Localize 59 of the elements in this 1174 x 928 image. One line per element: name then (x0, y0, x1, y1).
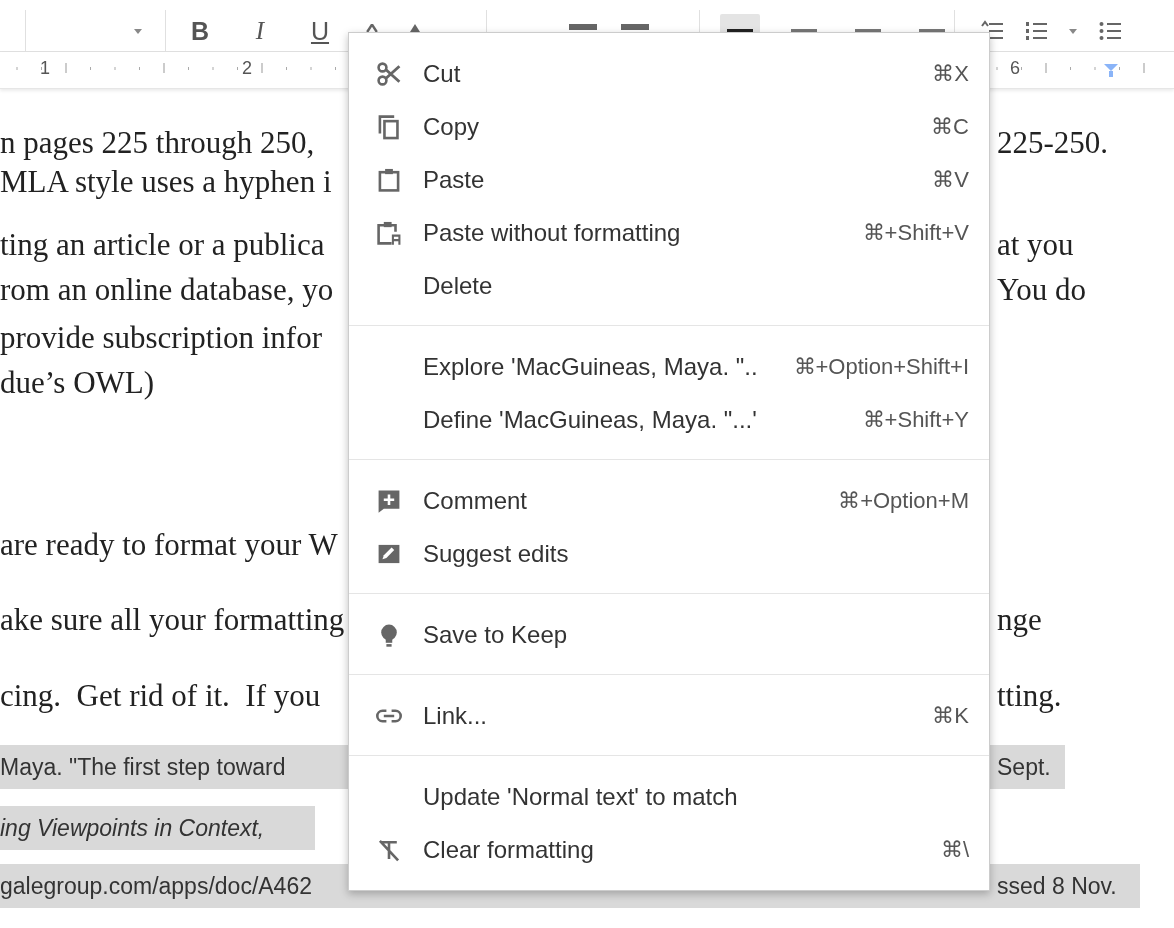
document-text: rom an online database, yo (0, 272, 334, 308)
document-text: n pages 225 through 250, (0, 125, 315, 161)
document-text: ting an article or a publica (0, 227, 325, 263)
document-text: galegroup.com/apps/doc/A462 (0, 872, 312, 900)
shortcut-text: ⌘+Option+M (838, 487, 969, 514)
shortcut-text: ⌘+Option+Shift+I (793, 353, 969, 380)
menu-item[interactable]: Paste ⌘V (349, 153, 989, 206)
menu-item[interactable]: Copy ⌘C (349, 100, 989, 153)
bold-button[interactable]: B (186, 15, 214, 47)
document-text: You do (997, 272, 1087, 308)
menu-item[interactable]: Suggest edits (349, 527, 989, 580)
numbered-list-icon (1025, 20, 1047, 42)
shortcut-text: ⌘C (931, 113, 969, 140)
italic-button[interactable]: I (246, 15, 274, 47)
document-text: tting. (997, 678, 1062, 714)
shortcut-text: ⌘+Shift+V (862, 219, 969, 246)
shortcut-text: ⌘K (932, 702, 969, 729)
caret-icon (134, 28, 142, 34)
ruler-number: 6 (1010, 58, 1020, 79)
indent-icon (569, 24, 597, 30)
document-text: are ready to format your W (0, 527, 338, 563)
document-text: cing. Get rid of it. If you (0, 678, 321, 714)
shortcut-text: ⌘V (932, 166, 969, 193)
document-text: Sept. (997, 753, 1051, 781)
copy-icon (376, 113, 402, 140)
clipboard-icon (376, 219, 402, 246)
menu-item[interactable]: Link... ⌘K (349, 689, 989, 742)
text-color-icon (366, 24, 378, 32)
menu-item[interactable]: Comment ⌘+Option+M (349, 474, 989, 527)
shortcut-text: ⌘X (932, 60, 969, 87)
line-spacing-icon (981, 20, 1003, 42)
document-text: 225-250. (997, 125, 1109, 161)
document-text: provide subscription infor (0, 320, 322, 356)
clipboard-icon (376, 166, 402, 193)
menu-item[interactable]: Save to Keep (349, 608, 989, 661)
shortcut-text: ⌘+Shift+Y (862, 406, 969, 433)
document-text: due’s OWL) (0, 365, 155, 401)
menu-item[interactable]: Clear formatting ⌘\ (349, 823, 989, 876)
menu-item[interactable]: Paste without formatting ⌘+Shift+V (349, 206, 989, 259)
scissors-icon (376, 60, 402, 87)
ruler-number: 1 (40, 58, 50, 79)
shortcut-text: ⌘\ (940, 836, 969, 863)
document-text: ssed 8 Nov. (997, 872, 1117, 900)
menu-item[interactable]: Delete (349, 259, 989, 312)
document-text: ake sure all your formatting (0, 602, 345, 638)
menu-item[interactable]: Explore 'MacGuineas, Maya. ".. ⌘+Option+Shift+I (349, 340, 989, 393)
document-text: ing Viewpoints in Context, (0, 814, 265, 842)
caret-icon (1069, 28, 1077, 34)
document-text: MLA style uses a hyphen i (0, 164, 332, 200)
document-text: Maya. "The first step toward (0, 753, 286, 781)
ruler-number: 2 (242, 58, 252, 79)
underline-button[interactable]: U (306, 15, 334, 47)
document-text: at you (997, 227, 1074, 263)
menu-item[interactable]: Cut ⌘X (349, 47, 989, 100)
indent-icon (621, 24, 649, 30)
menu-item[interactable]: Update 'Normal text' to match (349, 770, 989, 823)
bulleted-list-icon (1099, 20, 1121, 42)
document-text: nge (997, 602, 1042, 638)
menu-item[interactable]: Define 'MacGuineas, Maya. "...' ⌘+Shift+Y (349, 393, 989, 446)
